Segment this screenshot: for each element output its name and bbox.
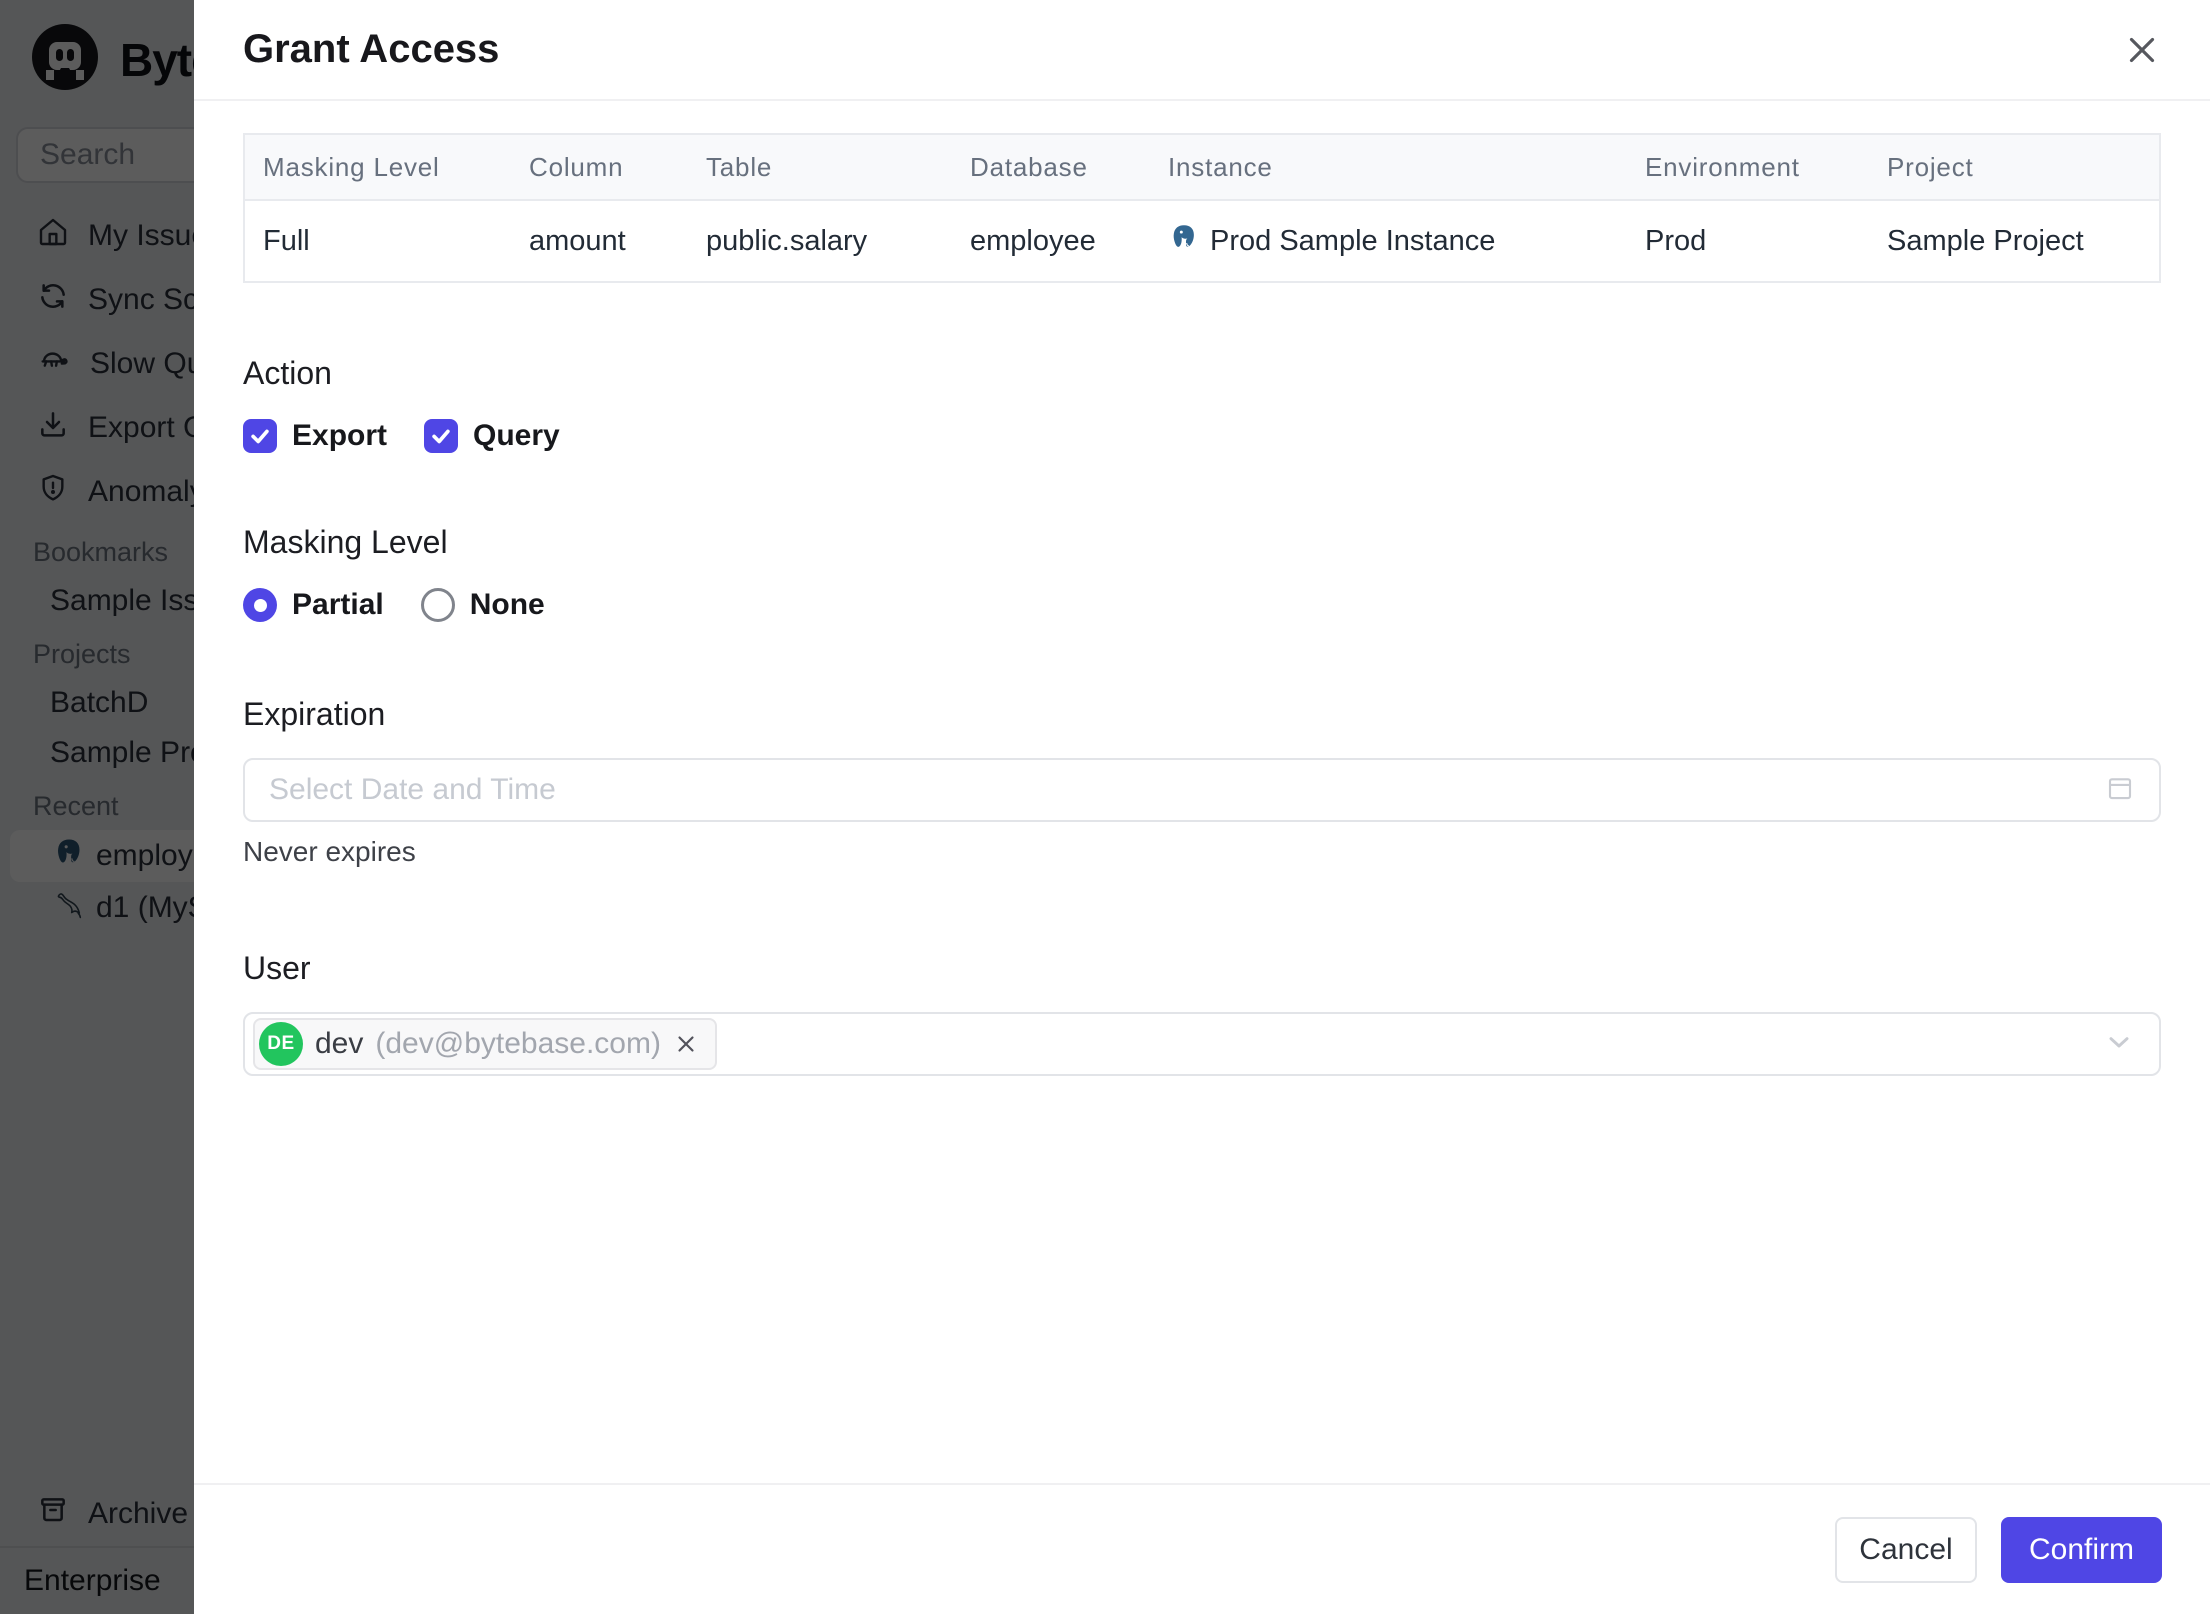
cancel-button[interactable]: Cancel	[1835, 1516, 1977, 1583]
grant-table: Masking Level Column Table Database Inst…	[243, 133, 2161, 283]
masking-level-heading: Masking Level	[243, 523, 448, 560]
instance-name: Prod Sample Instance	[1210, 224, 1496, 257]
bytebase-app: Bytebase Search My Issues	[0, 0, 2210, 1614]
avatar: DE	[259, 1022, 303, 1066]
action-heading: Action	[243, 354, 332, 391]
postgres-icon	[1168, 221, 1200, 261]
checkbox-checked-icon	[243, 419, 277, 453]
col-header-table: Table	[706, 151, 773, 182]
user-name: dev	[315, 1027, 364, 1060]
radio-selected-icon	[243, 588, 277, 622]
radio-label: None	[469, 588, 545, 621]
expiration-date-input[interactable]: Select Date and Time	[243, 758, 2161, 822]
cell-column: amount	[529, 224, 626, 257]
cell-environment: Prod	[1645, 224, 1707, 257]
col-header-project: Project	[1887, 151, 1974, 182]
cell-project: Sample Project	[1887, 224, 2084, 257]
table-row: Full amount public.salary employee Prod	[245, 201, 2159, 281]
action-options: Export Query	[243, 419, 2161, 453]
masking-options: Partial None	[243, 588, 2161, 622]
chevron-down-icon	[2103, 1026, 2135, 1063]
table-header-row: Masking Level Column Table Database Inst…	[245, 135, 2159, 201]
col-header-instance: Instance	[1168, 151, 1273, 182]
user-email: (dev@bytebase.com)	[375, 1027, 661, 1060]
expiration-heading: Expiration	[243, 695, 386, 732]
close-icon[interactable]	[2118, 26, 2166, 74]
col-header-database: Database	[970, 151, 1088, 182]
user-heading: User	[243, 949, 311, 986]
remove-user-icon[interactable]	[673, 1031, 699, 1057]
modal-body: Masking Level Column Table Database Inst…	[194, 101, 2210, 1483]
user-select[interactable]: DE dev (dev@bytebase.com)	[243, 1012, 2161, 1076]
expiration-placeholder: Select Date and Time	[269, 773, 556, 806]
radio-label: Partial	[292, 588, 384, 621]
col-header-masking-level: Masking Level	[263, 151, 440, 182]
calendar-icon	[2105, 773, 2135, 808]
checkbox-checked-icon	[424, 419, 459, 453]
cell-database: employee	[970, 224, 1096, 257]
col-header-environment: Environment	[1645, 151, 1800, 182]
col-header-column: Column	[529, 151, 624, 182]
checkbox-label: Export	[292, 419, 388, 452]
confirm-button[interactable]: Confirm	[2001, 1516, 2162, 1583]
expiration-hint: Never expires	[243, 836, 416, 867]
export-checkbox[interactable]: Export	[243, 419, 387, 453]
cell-table: public.salary	[706, 224, 868, 257]
user-tag: DE dev (dev@bytebase.com)	[253, 1018, 717, 1070]
radio-unselected-icon	[420, 588, 455, 622]
partial-radio[interactable]: Partial	[243, 588, 384, 622]
grant-access-modal: Grant Access Masking Level Column Table …	[194, 0, 2210, 1614]
cell-masking-level: Full	[263, 224, 310, 257]
none-radio[interactable]: None	[420, 588, 545, 622]
query-checkbox[interactable]: Query	[424, 419, 560, 453]
modal-header: Grant Access	[194, 0, 2210, 101]
modal-title: Grant Access	[243, 27, 500, 71]
cell-instance: Prod Sample Instance	[1150, 221, 1627, 261]
checkbox-label: Query	[473, 419, 560, 452]
modal-footer: Cancel Confirm	[194, 1483, 2210, 1614]
